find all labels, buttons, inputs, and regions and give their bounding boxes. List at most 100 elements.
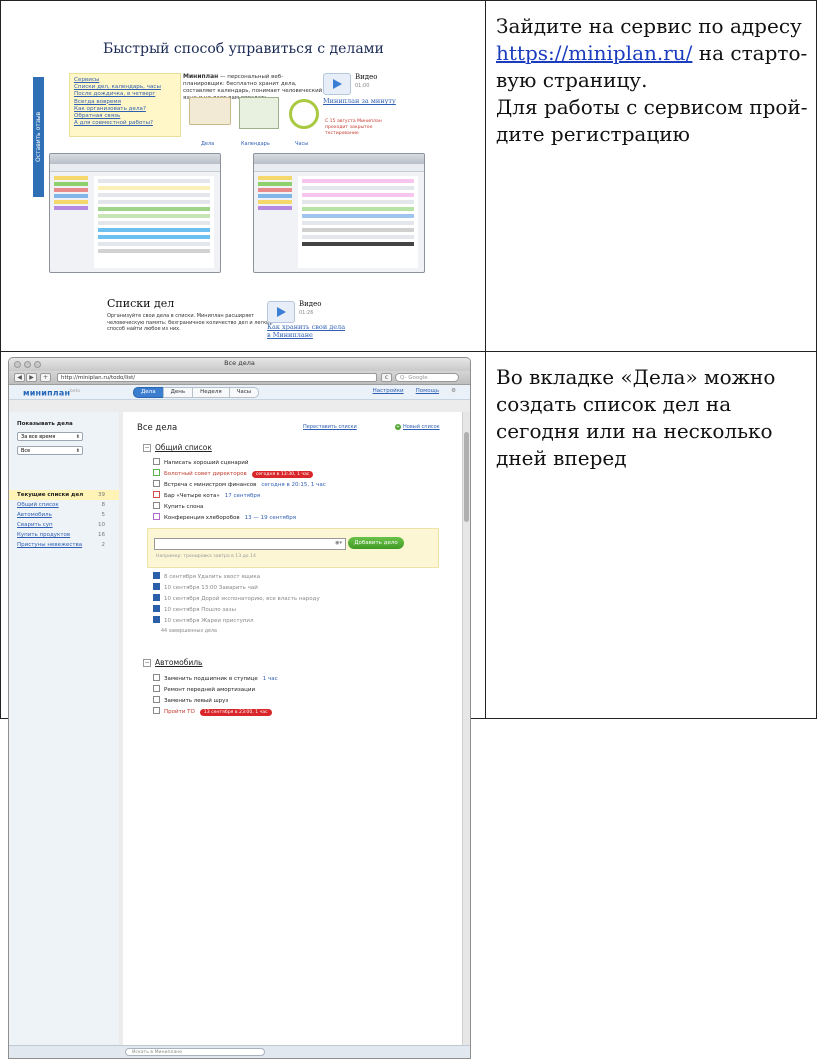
task-row: Конференция хлеборобов 13 — 19 сентября [153,513,296,522]
menu-item: Как организовать дела? [74,105,146,112]
period-select: За все время [17,432,83,441]
back-arrow-icon: ◀ [14,373,25,382]
instruction-text: Зайдите на сервис по адресу [496,14,802,38]
add-task-hint: Например: тренировка завтра в 13 до 14 [156,554,256,559]
task-row: Написать хороший сценарий [153,458,248,467]
document-table: Оставить отзыв Быстрый способ управиться… [0,0,817,1059]
task-row: Заменить подшипник в ступице 1 час [153,674,278,683]
screenshot-cell-bottom: Все дела ◀ ▶ + http://miniplan.ru/todo/l… [0,351,486,1059]
list-item-current: Текущие списки дел 39 [9,490,119,500]
menu-item: Списки дел, календарь, часы [74,84,161,91]
window-titlebar: Все дела [9,358,470,371]
video-duration: 01:00 [355,83,370,89]
miniplan-homepage-screenshot: Оставить отзыв Быстрый способ управиться… [23,7,471,343]
tab-tasks: Дела [133,387,164,398]
done-task-row: 8 сентября Удалить хвост ящика [153,572,260,581]
status-select: Все [17,446,83,455]
task-row: Купить слона [153,502,203,511]
browser-window-screenshot: Все дела ◀ ▶ + http://miniplan.ru/todo/l… [8,357,471,1059]
illustration-caption: Дела [201,141,215,147]
task-row: Заменить левый шруз [153,696,228,705]
task-row: Болотный совет директоров сегодня в 13:30… [153,469,314,478]
app-header: минипланbeta Дела День Неделя Часы Настройк… [9,385,470,400]
list-nav: Текущие списки дел 39 Общий список 8 Автом… [9,490,119,550]
forward-arrow-icon: ▶ [26,373,37,382]
list-item: Автомобиль 5 [17,512,105,518]
section-general: − Общий список [143,443,212,452]
brand-name: Миниплан [183,73,219,80]
app-preview-day [49,153,221,273]
menu-item: Сервисы [74,77,100,83]
video-duration: 01:26 [299,310,314,316]
tab-day: День [162,387,194,398]
done-task-row: 10 сентября Дорой экспонаторию, все влас… [153,594,320,603]
tab-week: Неделя [192,387,230,398]
instruction-cell-bottom: Во вкладке «Дела» можно создать список д… [485,351,817,719]
add-bookmark-icon: + [40,373,51,382]
menu-item: После дождичка, в четверг [74,91,156,98]
browser-toolbar: ◀ ▶ + http://miniplan.ru/todo/list/ c Q-… [9,371,470,385]
site-headline: Быстрый способ управиться с делами [103,41,384,57]
completed-count: 44 завершенных дела [161,629,217,634]
new-task-input [154,538,346,550]
video-link: Миниплан за минуту [323,97,396,105]
new-list-link: Новый список [395,424,440,430]
reorder-link: Переставить списки [303,424,357,430]
task-row: Встреча с министром финансов сегодня в 20… [153,480,326,489]
section-car: − Автомобиль [143,658,203,667]
list-item: Купить продуктов 16 [17,532,105,538]
task-row: Пройти ТО 13 сентября в 23:00, 1 час [153,707,272,716]
book-illustration-icon [189,97,231,125]
app-search: Искать в Миниплане [125,1048,265,1056]
instruction-cell-top: Зайдите на сервис по адресу https://mini… [485,0,817,352]
list-item: Общий список 8 [17,502,105,508]
site-menu: Сервисы Списки дел, календарь, часы Посл… [69,73,181,137]
add-task-button: Добавить дело [348,537,404,549]
video-title: Видео [299,300,322,308]
app-preview-week [253,153,425,273]
clock-illustration-icon [289,99,319,129]
content-title: Все дела [137,423,178,433]
scrollbar [462,412,470,1058]
app-bottom-bar: Искать в Миниплане [9,1045,470,1058]
help-link: Помощь [415,388,440,394]
collapse-icon: − [143,444,151,452]
reload-icon: c [381,373,392,382]
illustration-caption: Часы [295,141,309,147]
instruction-text: Во вкладке «Дела» можно создать список д… [496,365,776,470]
sidebar: Показывать дела За все время Все Текущие… [9,412,119,1058]
list-item: Пристуны невежества 2 [17,542,105,548]
menu-item: Всегда вовремя [74,98,121,105]
done-task-row: 10 сентября Жареи приступил [153,616,254,625]
header-links: Настройки Помощь ⚙ [361,388,456,394]
calendar-illustration-icon [239,97,279,129]
collapse-icon: − [143,659,151,667]
promo-note: С 15 августа Миниплан проходит закрытое … [325,119,382,136]
settings-link: Настройки [372,388,404,394]
tasks-content: Все дела Переставить списки Новый список… [123,412,463,1058]
play-video-icon [323,73,351,95]
service-link[interactable]: https://miniplan.ru/ [496,41,692,65]
filter-label: Показывать дела [17,421,73,427]
window-title: Все дела [224,359,255,367]
done-task-row: 10 сентября 13:00 Заварить чай [153,583,258,592]
gear-icon: ⚙ [451,388,456,394]
screenshot-cell-top: Оставить отзыв Быстрый способ управиться… [0,0,486,352]
browser-search: Q- Google [395,373,459,382]
lists-heading: Списки дел [107,297,175,310]
video-link: Как хранить свои дела в Миниплане [267,323,346,339]
feedback-tab: Оставить отзыв [33,77,44,197]
address-bar: http://miniplan.ru/todo/list/ [57,373,377,382]
play-video-icon [267,301,295,323]
done-task-row: 10 сентября Пошло зазы [153,605,236,614]
instruction-text: Для работы с сервисом прой-дите регистра… [496,95,808,146]
view-tabs: Дела День Неделя Часы [133,387,260,398]
tab-clock: Часы [228,387,260,398]
add-task-box: Добавить дело Например: тренировка завтр… [147,528,439,568]
app-logo: минипланbeta [23,388,81,398]
task-row: Бар «Четыре кота» 17 сентября [153,491,260,500]
task-row: Ремонт передней амортизации [153,685,255,694]
menu-item: А для совместной работы? [74,120,153,127]
lists-description: Организуйте свои дела в списки. Миниплан… [107,313,273,332]
illustration-caption: Календарь [241,141,270,147]
